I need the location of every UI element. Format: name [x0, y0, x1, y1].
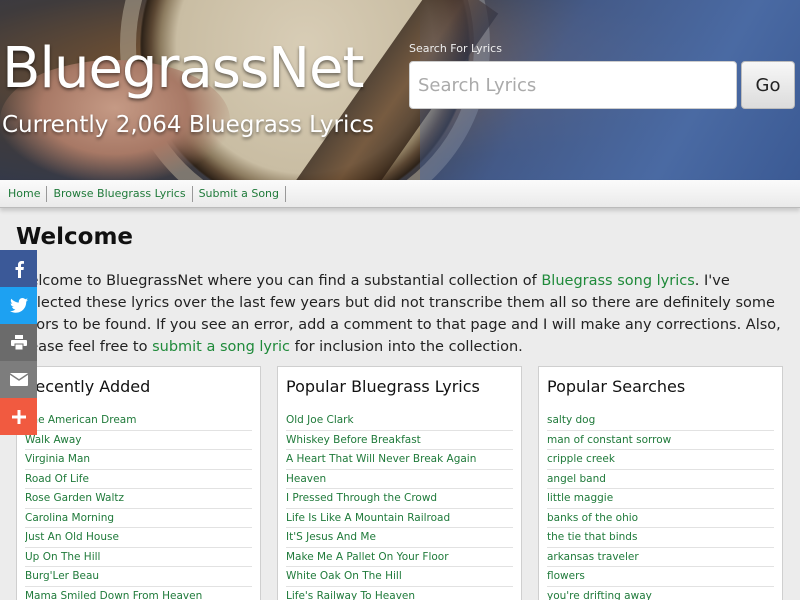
search-link[interactable]: salty dog — [547, 414, 595, 426]
search-link[interactable]: you're drifting away — [547, 590, 652, 600]
nav-bar: Home Browse Bluegrass Lyrics Submit a So… — [0, 180, 800, 208]
list-item: The American Dream — [25, 411, 252, 431]
plus-icon — [11, 409, 26, 424]
search-link[interactable]: little maggie — [547, 492, 613, 504]
bluegrass-lyrics-link[interactable]: Bluegrass song lyrics — [541, 273, 694, 289]
share-facebook-button[interactable] — [0, 250, 37, 287]
song-link[interactable]: Life Is Like A Mountain Railroad — [286, 512, 450, 524]
song-link[interactable]: Heaven — [286, 473, 326, 485]
song-link[interactable]: Walk Away — [25, 434, 81, 446]
song-link[interactable]: Mama Smiled Down From Heaven — [25, 590, 202, 600]
list-item: Heaven — [286, 470, 513, 489]
recently-added-panel: Recently Added The American Dream Walk A… — [16, 366, 261, 600]
list-item: flowers — [547, 567, 774, 587]
list-item: Just An Old House — [25, 528, 252, 548]
recently-added-list: The American Dream Walk Away Virginia Ma… — [17, 411, 260, 600]
song-link[interactable]: It'S Jesus And Me — [286, 531, 376, 543]
song-link[interactable]: Virginia Man — [25, 453, 90, 465]
list-item: Whiskey Before Breakfast — [286, 431, 513, 450]
list-item: angel band — [547, 470, 774, 489]
search-link[interactable]: the tie that binds — [547, 531, 637, 543]
search-label: Search For Lyrics — [409, 42, 502, 55]
list-item: Rose Garden Waltz — [25, 489, 252, 509]
nav-browse-lyrics[interactable]: Browse Bluegrass Lyrics — [47, 185, 193, 202]
list-item: the tie that binds — [547, 528, 774, 548]
list-item: Walk Away — [25, 431, 252, 450]
list-item: little maggie — [547, 489, 774, 509]
list-item: man of constant sorrow — [547, 431, 774, 450]
list-item: you're drifting away — [547, 587, 774, 600]
list-item: Old Joe Clark — [286, 411, 513, 431]
intro-text-3: for inclusion into the collection. — [289, 339, 523, 355]
site-title[interactable]: BluegrassNet — [2, 36, 364, 101]
song-link[interactable]: White Oak On The Hill — [286, 570, 402, 582]
search-input[interactable] — [409, 61, 737, 109]
twitter-icon — [9, 298, 28, 313]
song-link[interactable]: Whiskey Before Breakfast — [286, 434, 421, 446]
share-print-button[interactable] — [0, 324, 37, 361]
list-item: It'S Jesus And Me — [286, 528, 513, 548]
song-link[interactable]: Road Of Life — [25, 473, 89, 485]
search-link[interactable]: banks of the ohio — [547, 512, 638, 524]
list-item: I Pressed Through the Crowd — [286, 489, 513, 509]
song-link[interactable]: A Heart That Will Never Break Again — [286, 453, 476, 465]
nav-home[interactable]: Home — [2, 185, 48, 202]
email-icon — [9, 373, 28, 386]
panel-title: Recently Added — [25, 377, 151, 396]
submit-lyric-link[interactable]: submit a song lyric — [152, 339, 290, 355]
song-link[interactable]: Burg'Ler Beau — [25, 570, 99, 582]
song-link[interactable]: Carolina Morning — [25, 512, 114, 524]
site-subtitle: Currently 2,064 Bluegrass Lyrics — [2, 112, 374, 138]
list-item: Life's Railway To Heaven — [286, 587, 513, 600]
song-link[interactable]: Rose Garden Waltz — [25, 492, 124, 504]
list-item: Burg'Ler Beau — [25, 567, 252, 587]
go-button[interactable]: Go — [741, 61, 795, 109]
header-banner: BluegrassNet Currently 2,064 Bluegrass L… — [0, 0, 800, 180]
list-item: Life Is Like A Mountain Railroad — [286, 509, 513, 528]
list-item: Up On The Hill — [25, 548, 252, 567]
popular-lyrics-list: Old Joe Clark Whiskey Before Breakfast A… — [278, 411, 521, 600]
song-link[interactable]: The American Dream — [25, 414, 136, 426]
song-link[interactable]: Up On The Hill — [25, 551, 100, 563]
print-icon — [10, 335, 27, 350]
panel-title: Popular Bluegrass Lyrics — [286, 377, 480, 396]
search-link[interactable]: man of constant sorrow — [547, 434, 671, 446]
song-link[interactable]: Just An Old House — [25, 531, 119, 543]
share-more-button[interactable] — [0, 398, 37, 435]
song-link[interactable]: Old Joe Clark — [286, 414, 354, 426]
song-link[interactable]: Make Me A Pallet On Your Floor — [286, 551, 449, 563]
list-item: Virginia Man — [25, 450, 252, 470]
list-item: Carolina Morning — [25, 509, 252, 528]
list-item: Make Me A Pallet On Your Floor — [286, 548, 513, 567]
list-item: Mama Smiled Down From Heaven — [25, 587, 252, 600]
share-email-button[interactable] — [0, 361, 37, 398]
nav-submit-song[interactable]: Submit a Song — [193, 185, 286, 202]
list-item: arkansas traveler — [547, 548, 774, 567]
song-link[interactable]: I Pressed Through the Crowd — [286, 492, 437, 504]
search-link[interactable]: arkansas traveler — [547, 551, 639, 563]
list-item: A Heart That Will Never Break Again — [286, 450, 513, 470]
search-link[interactable]: cripple creek — [547, 453, 615, 465]
search-link[interactable]: flowers — [547, 570, 585, 582]
panel-title: Popular Searches — [547, 377, 686, 396]
intro-text-1: Welcome to BluegrassNet where you can fi… — [16, 273, 542, 289]
intro-paragraph: Welcome to BluegrassNet where you can fi… — [16, 270, 786, 358]
popular-lyrics-panel: Popular Bluegrass Lyrics Old Joe Clark W… — [277, 366, 522, 600]
search-link[interactable]: angel band — [547, 473, 606, 485]
list-item: salty dog — [547, 411, 774, 431]
list-item: White Oak On The Hill — [286, 567, 513, 587]
list-item: banks of the ohio — [547, 509, 774, 528]
share-twitter-button[interactable] — [0, 287, 37, 324]
page-title: Welcome — [16, 224, 134, 250]
list-item: Road Of Life — [25, 470, 252, 489]
facebook-icon — [15, 260, 24, 278]
popular-searches-list: salty dog man of constant sorrow cripple… — [539, 411, 782, 600]
popular-searches-panel: Popular Searches salty dog man of consta… — [538, 366, 783, 600]
list-item: cripple creek — [547, 450, 774, 470]
main-content: Welcome Welcome to BluegrassNet where yo… — [0, 208, 800, 600]
song-link[interactable]: Life's Railway To Heaven — [286, 590, 415, 600]
